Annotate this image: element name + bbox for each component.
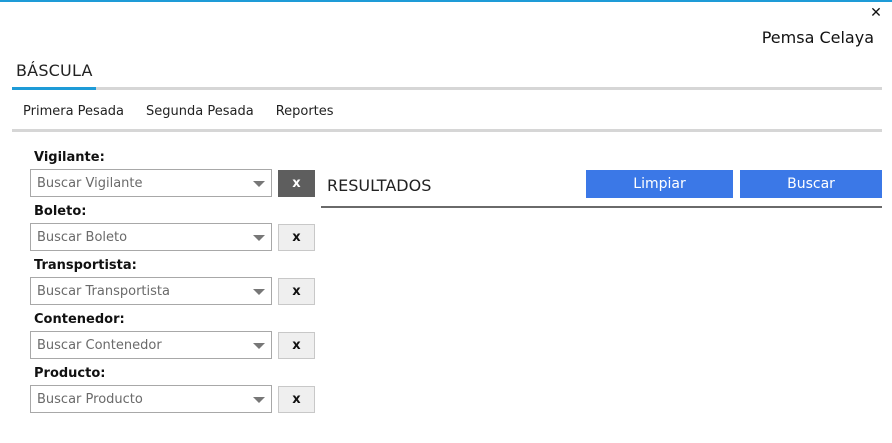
filter-contenedor: Contenedor: Buscar Contenedor x (30, 312, 320, 366)
tab-reportes[interactable]: Reportes (264, 104, 345, 132)
filter-label: Producto: (34, 366, 106, 381)
clear-producto-button[interactable]: x (278, 386, 315, 413)
page-title: BÁSCULA (16, 61, 93, 80)
tabs-divider (12, 129, 882, 132)
window-top-accent (0, 0, 892, 2)
company-name: Pemsa Celaya (761, 28, 874, 47)
tab-segunda-pesada[interactable]: Segunda Pesada (135, 104, 265, 128)
filter-label: Transportista: (34, 258, 137, 273)
clear-vigilante-button[interactable]: x (278, 170, 315, 197)
contenedor-combobox[interactable]: Buscar Contenedor (30, 331, 272, 359)
chevron-down-icon[interactable] (253, 343, 265, 349)
chevron-down-icon[interactable] (253, 235, 265, 241)
transportista-combobox[interactable]: Buscar Transportista (30, 277, 272, 305)
results-heading: RESULTADOS (327, 176, 432, 195)
tab-bar: Primera Pesada Segunda Pesada Reportes (12, 104, 345, 132)
combobox-placeholder: Buscar Producto (37, 392, 143, 407)
search-button[interactable]: Buscar (740, 170, 882, 198)
results-divider (321, 206, 882, 208)
clear-boleto-button[interactable]: x (278, 224, 315, 251)
filter-boleto: Boleto: Buscar Boleto x (30, 204, 320, 258)
filter-label: Vigilante: (34, 150, 105, 165)
tab-primera-pesada[interactable]: Primera Pesada (12, 104, 135, 128)
clear-transportista-button[interactable]: x (278, 278, 315, 305)
filter-label: Boleto: (34, 204, 87, 219)
combobox-placeholder: Buscar Vigilante (37, 176, 143, 191)
filter-transportista: Transportista: Buscar Transportista x (30, 258, 320, 312)
chevron-down-icon[interactable] (253, 397, 265, 403)
clear-contenedor-button[interactable]: x (278, 332, 315, 359)
combobox-placeholder: Buscar Contenedor (37, 338, 162, 353)
filter-vigilante: Vigilante: Buscar Vigilante x (30, 150, 320, 204)
chevron-down-icon[interactable] (253, 181, 265, 187)
boleto-combobox[interactable]: Buscar Boleto (30, 223, 272, 251)
title-accent-bar (12, 87, 96, 90)
combobox-placeholder: Buscar Transportista (37, 284, 170, 299)
filter-label: Contenedor: (34, 312, 125, 327)
clear-all-button[interactable]: Limpiar (586, 170, 733, 198)
vigilante-combobox[interactable]: Buscar Vigilante (30, 169, 272, 197)
filter-panel: Vigilante: Buscar Vigilante x Boleto: Bu… (30, 150, 320, 420)
combobox-placeholder: Buscar Boleto (37, 230, 128, 245)
close-icon[interactable]: ✕ (868, 5, 884, 21)
chevron-down-icon[interactable] (253, 289, 265, 295)
filter-producto: Producto: Buscar Producto x (30, 366, 320, 420)
title-divider (12, 87, 882, 90)
producto-combobox[interactable]: Buscar Producto (30, 385, 272, 413)
